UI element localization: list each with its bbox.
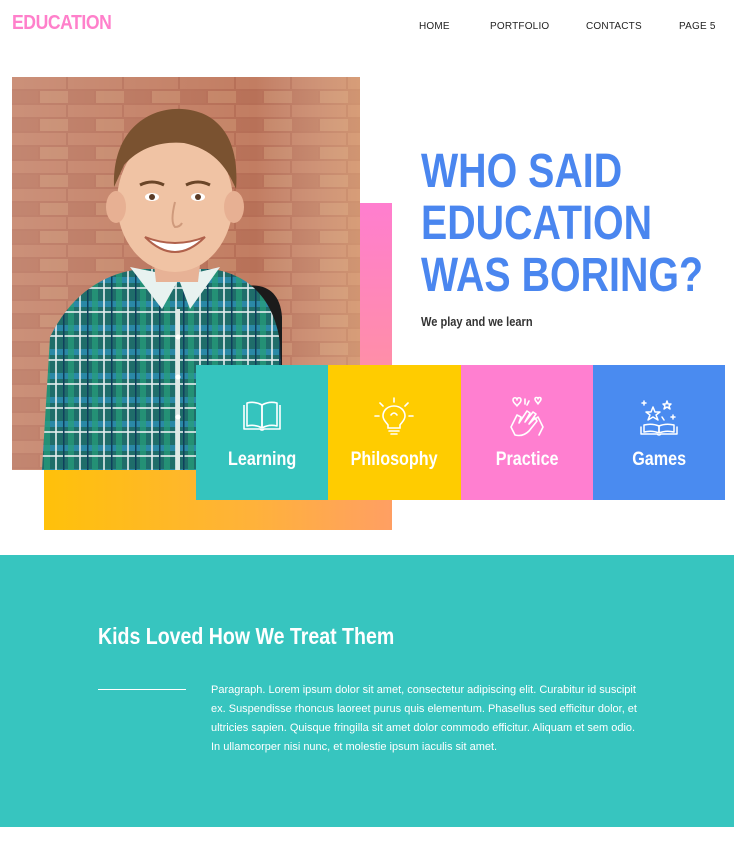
main-nav: HOME PORTFOLIO CONTACTS PAGE 5 bbox=[0, 21, 734, 35]
card-philosophy[interactable]: Philosophy bbox=[328, 365, 461, 500]
feature-cards: Learning Philosophy Practice Games bbox=[196, 365, 725, 500]
section-divider bbox=[98, 689, 186, 690]
section-title: Kids Loved How We Treat Them bbox=[98, 623, 395, 649]
nav-contacts[interactable]: CONTACTS bbox=[586, 21, 642, 32]
magic-book-icon bbox=[640, 400, 678, 436]
nav-page-5[interactable]: PAGE 5 bbox=[679, 21, 716, 32]
open-book-icon bbox=[243, 401, 281, 431]
hero-tagline: We play and we learn bbox=[421, 314, 533, 329]
kids-section: Kids Loved How We Treat Them Paragraph. … bbox=[0, 555, 734, 827]
section-paragraph: Paragraph. Lorem ipsum dolor sit amet, c… bbox=[211, 684, 637, 753]
nav-portfolio[interactable]: PORTFOLIO bbox=[490, 21, 549, 32]
headline-line-3: WAS BORING? bbox=[421, 249, 704, 302]
headline-line-2: EDUCATION bbox=[421, 197, 653, 250]
card-practice[interactable]: Practice bbox=[460, 365, 593, 500]
hero-headline: WHO SAID EDUCATION WAS BORING? bbox=[421, 145, 704, 302]
card-philosophy-label: Philosophy bbox=[350, 449, 438, 470]
decorative-pink-block bbox=[360, 203, 392, 373]
card-practice-label: Practice bbox=[495, 449, 559, 470]
nav-home[interactable]: HOME bbox=[419, 21, 450, 32]
lightbulb-icon bbox=[374, 397, 415, 435]
card-learning[interactable]: Learning bbox=[196, 365, 329, 500]
card-games[interactable]: Games bbox=[592, 365, 725, 500]
clapping-hands-icon bbox=[509, 396, 544, 437]
headline-line-1: WHO SAID bbox=[421, 145, 623, 198]
card-learning-label: Learning bbox=[228, 449, 297, 470]
card-games-label: Games bbox=[631, 449, 686, 470]
